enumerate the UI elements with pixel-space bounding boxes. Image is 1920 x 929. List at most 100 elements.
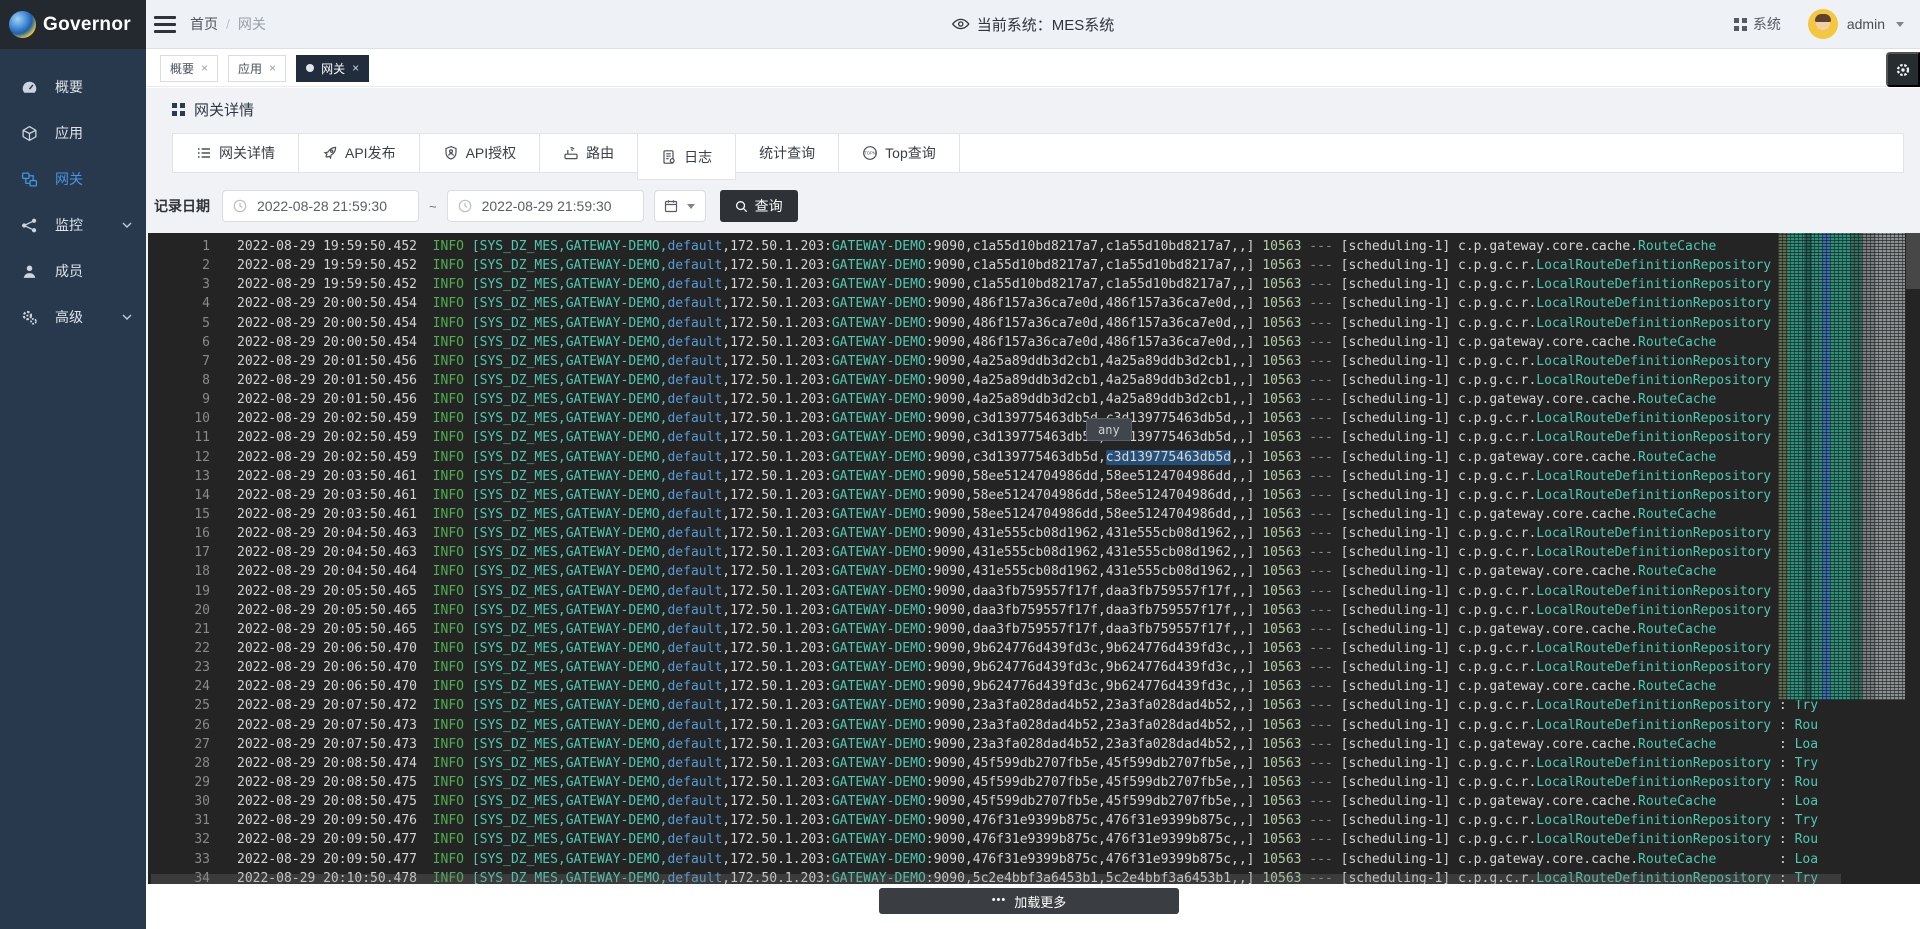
sidebar-item-members[interactable]: 成员 bbox=[0, 248, 146, 294]
log-lines: 12022-08-29 19:59:50.452 INFO [SYS_DZ_ME… bbox=[148, 237, 1920, 884]
close-icon[interactable]: × bbox=[269, 62, 276, 74]
tab-api-auth[interactable]: API授权 bbox=[420, 134, 541, 172]
gateway-nodes-icon bbox=[21, 171, 38, 188]
search-button-label: 查询 bbox=[755, 196, 783, 216]
tag-apps[interactable]: 应用 × bbox=[228, 55, 286, 82]
section-header: 网关详情 bbox=[146, 88, 1920, 120]
system-menu[interactable]: 系统 bbox=[1734, 14, 1781, 34]
vertical-scrollbar[interactable] bbox=[1906, 233, 1920, 289]
log-document-icon bbox=[661, 149, 677, 165]
tab-label: API发布 bbox=[345, 143, 396, 163]
log-editor[interactable]: 12022-08-29 19:59:50.452 INFO [SYS_DZ_ME… bbox=[148, 233, 1920, 884]
user-dropdown-caret-icon[interactable] bbox=[1896, 22, 1904, 27]
header-tools: 系统 admin bbox=[1734, 9, 1920, 39]
sidebar-item-overview[interactable]: 概要 bbox=[0, 64, 146, 110]
grid-icon bbox=[1734, 18, 1747, 31]
tag-label: 应用 bbox=[238, 60, 262, 77]
close-icon[interactable]: × bbox=[201, 62, 208, 74]
sidebar-item-label: 概要 bbox=[55, 77, 83, 97]
caret-down-icon bbox=[687, 204, 695, 209]
date-range-separator: ~ bbox=[429, 199, 437, 214]
sidebar-item-apps[interactable]: 应用 bbox=[0, 110, 146, 156]
tab-label: 路由 bbox=[586, 143, 614, 163]
sidebar-item-label: 应用 bbox=[55, 123, 83, 143]
calendar-preset-button[interactable] bbox=[654, 190, 706, 222]
settings-gear-button[interactable] bbox=[1886, 52, 1920, 87]
log-line: 52022-08-29 20:00:50.454 INFO [SYS_DZ_ME… bbox=[148, 314, 1920, 333]
router-icon bbox=[563, 145, 579, 161]
grid-icon bbox=[172, 103, 185, 116]
log-line: 222022-08-29 20:06:50.470 INFO [SYS_DZ_M… bbox=[148, 639, 1920, 658]
search-icon bbox=[735, 200, 748, 213]
sidebar-item-advanced[interactable]: 高级 bbox=[0, 294, 146, 340]
log-line: 72022-08-29 20:01:50.456 INFO [SYS_DZ_ME… bbox=[148, 352, 1920, 371]
sidebar-item-label: 监控 bbox=[55, 215, 83, 235]
breadcrumb-current: 网关 bbox=[238, 14, 266, 34]
sidebar-item-label: 网关 bbox=[55, 169, 83, 189]
tab-label: Top查询 bbox=[885, 143, 936, 163]
tab-api-publish[interactable]: API发布 bbox=[299, 134, 420, 172]
username[interactable]: admin bbox=[1847, 16, 1885, 32]
log-line: 252022-08-29 20:07:50.472 INFO [SYS_DZ_M… bbox=[148, 696, 1920, 715]
sidebar-item-gateway[interactable]: 网关 bbox=[0, 156, 146, 202]
tab-label: 统计查询 bbox=[759, 143, 815, 163]
log-line: 12022-08-29 19:59:50.452 INFO [SYS_DZ_ME… bbox=[148, 237, 1920, 256]
log-line: 272022-08-29 20:07:50.473 INFO [SYS_DZ_M… bbox=[148, 735, 1920, 754]
log-line: 42022-08-29 20:00:50.454 INFO [SYS_DZ_ME… bbox=[148, 294, 1920, 313]
load-more-button[interactable]: ••• 加载更多 bbox=[879, 888, 1179, 914]
share-nodes-icon bbox=[21, 217, 38, 234]
sidebar-item-label: 高级 bbox=[55, 307, 83, 327]
chevron-down-icon bbox=[122, 222, 132, 228]
end-datetime-field[interactable] bbox=[480, 197, 633, 215]
load-more-label: 加载更多 bbox=[1014, 892, 1066, 911]
log-line: 282022-08-29 20:08:50.474 INFO [SYS_DZ_M… bbox=[148, 754, 1920, 773]
tag-label: 网关 bbox=[321, 60, 345, 77]
app-logo[interactable]: Governor bbox=[0, 0, 146, 49]
rocket-icon bbox=[322, 145, 338, 161]
avatar[interactable] bbox=[1808, 9, 1838, 39]
log-line: 202022-08-29 20:05:50.465 INFO [SYS_DZ_M… bbox=[148, 601, 1920, 620]
current-system-indicator: 当前系统：MES系统 bbox=[952, 14, 1115, 35]
log-line: 332022-08-29 20:09:50.477 INFO [SYS_DZ_M… bbox=[148, 850, 1920, 869]
log-line: 82022-08-29 20:01:50.456 INFO [SYS_DZ_ME… bbox=[148, 371, 1920, 390]
log-line: 182022-08-29 20:04:50.464 INFO [SYS_DZ_M… bbox=[148, 562, 1920, 581]
search-button[interactable]: 查询 bbox=[720, 190, 798, 222]
breadcrumb-home[interactable]: 首页 bbox=[190, 14, 218, 34]
start-datetime-input[interactable] bbox=[222, 190, 419, 222]
eye-icon bbox=[952, 18, 970, 30]
sidebar-nav: 概要 应用 网关 监控 成员 bbox=[0, 49, 146, 340]
logo-icon bbox=[9, 11, 36, 38]
close-icon[interactable]: × bbox=[352, 62, 359, 74]
date-filter-row: 记录日期 ~ 查询 bbox=[154, 190, 1920, 222]
log-line: 242022-08-29 20:06:50.470 INFO [SYS_DZ_M… bbox=[148, 677, 1920, 696]
log-line: 262022-08-29 20:07:50.473 INFO [SYS_DZ_M… bbox=[148, 716, 1920, 735]
tag-overview[interactable]: 概要 × bbox=[160, 55, 218, 82]
end-datetime-input[interactable] bbox=[447, 190, 644, 222]
main-content: 网关详情 网关详情 API发布 API授权 路由 bbox=[146, 88, 1920, 929]
log-tooltip: any bbox=[1086, 418, 1132, 441]
top-n-badge-icon: TOPN bbox=[862, 145, 878, 161]
tab-label: 网关详情 bbox=[219, 143, 275, 163]
log-line: 112022-08-29 20:02:50.459 INFO [SYS_DZ_M… bbox=[148, 428, 1920, 447]
horizontal-scrollbar[interactable] bbox=[151, 874, 1841, 884]
tag-label: 概要 bbox=[170, 60, 194, 77]
tab-gateway-detail[interactable]: 网关详情 bbox=[173, 134, 299, 172]
minimap[interactable] bbox=[1778, 233, 1905, 700]
log-line: 132022-08-29 20:03:50.461 INFO [SYS_DZ_M… bbox=[148, 467, 1920, 486]
log-line: 92022-08-29 20:01:50.456 INFO [SYS_DZ_ME… bbox=[148, 390, 1920, 409]
sidebar-item-monitor[interactable]: 监控 bbox=[0, 202, 146, 248]
tab-logs-active[interactable]: 日志 bbox=[637, 133, 736, 180]
tab-routes[interactable]: 路由 bbox=[540, 134, 638, 172]
active-dot-icon bbox=[306, 64, 314, 72]
log-line: 292022-08-29 20:08:50.475 INFO [SYS_DZ_M… bbox=[148, 773, 1920, 792]
svg-text:TOPN: TOPN bbox=[864, 151, 876, 156]
hamburger-menu-icon[interactable] bbox=[154, 16, 176, 33]
log-line: 172022-08-29 20:04:50.463 INFO [SYS_DZ_M… bbox=[148, 543, 1920, 562]
open-tags-bar: 概要 × 应用 × 网关 × bbox=[146, 50, 1920, 87]
tab-top-query[interactable]: TOPN Top查询 bbox=[839, 134, 960, 172]
tab-stats-query[interactable]: 统计查询 bbox=[736, 134, 839, 172]
start-datetime-field[interactable] bbox=[255, 197, 408, 215]
log-line: 302022-08-29 20:08:50.475 INFO [SYS_DZ_M… bbox=[148, 792, 1920, 811]
sidebar-item-label: 成员 bbox=[55, 261, 83, 281]
tag-gateway-active[interactable]: 网关 × bbox=[296, 55, 369, 82]
